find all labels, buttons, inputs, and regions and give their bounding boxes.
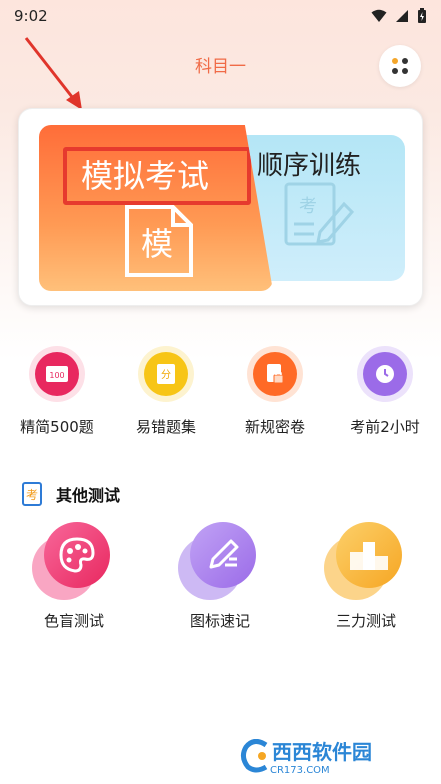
- three-abilities-test-button[interactable]: 三力测试: [306, 520, 426, 631]
- quick-item-new-rules[interactable]: 新规密卷: [220, 350, 330, 437]
- section-icon-char: 考: [26, 488, 38, 502]
- clock-icon: [363, 352, 407, 396]
- palette-icon: [44, 522, 110, 588]
- watermark: 西西软件园 CR173.COM: [240, 736, 426, 776]
- quick-label: 新规密卷: [244, 418, 305, 436]
- wifi-icon: [371, 9, 387, 22]
- status-icons: [371, 8, 427, 24]
- score-icon: 分: [144, 352, 188, 396]
- other-tests-header: 考 其他测试: [22, 480, 120, 508]
- seq-doc-char: 考: [299, 196, 317, 217]
- sequential-training-label: 顺序训练: [257, 151, 362, 181]
- watermark-logo: [240, 739, 268, 773]
- status-bar: 9:02: [0, 0, 441, 32]
- watermark-url: CR173.COM: [270, 765, 330, 776]
- quick-icon-text-2: 分: [161, 369, 171, 381]
- dots-grid-icon: [392, 58, 408, 74]
- book-icon: 100: [35, 352, 79, 396]
- test-label: 色盲测试: [43, 612, 104, 630]
- test-label: 三力测试: [335, 612, 396, 630]
- mock-doc-char: 模: [141, 225, 173, 263]
- page-title: 科目一: [195, 57, 246, 77]
- mock-exam-label: 模拟考试: [81, 157, 210, 195]
- exam-badge-icon: 考: [22, 482, 42, 506]
- watermark-brand: 西西软件园: [272, 740, 372, 764]
- quick-item-two-hours[interactable]: 考前2小时: [330, 350, 440, 437]
- quick-label: 精简500题: [20, 418, 94, 436]
- pencil-icon: [190, 522, 256, 588]
- quick-icon-text-1: 100: [49, 371, 64, 380]
- quick-item-streamlined-500[interactable]: 100 精简500题: [2, 350, 112, 437]
- signal-icon: [396, 10, 408, 22]
- status-time: 9:02: [14, 7, 48, 25]
- exam-mode-card: 顺序训练 模拟考试 模: [18, 108, 423, 306]
- battery-icon: [418, 8, 426, 23]
- mock-exam-button[interactable]: 模拟考试 模: [39, 125, 273, 291]
- test-label: 图标速记: [189, 612, 250, 630]
- quick-features: 100 精简500题 分 易错题集 新规密卷 考前2小时: [0, 350, 441, 450]
- quick-label: 易错题集: [135, 418, 196, 436]
- quick-label: 考前2小时: [350, 418, 420, 436]
- section-title: 其他测试: [56, 486, 121, 505]
- podium-icon: [336, 522, 402, 588]
- menu-button[interactable]: [379, 45, 421, 87]
- quick-item-error-prone[interactable]: 分 易错题集: [111, 350, 221, 437]
- document-icon: 模: [125, 205, 193, 277]
- color-blind-test-button[interactable]: 色盲测试: [14, 520, 134, 631]
- icon-memory-button[interactable]: 图标速记: [160, 520, 280, 631]
- lock-doc-icon: [253, 352, 297, 396]
- edit-document-icon: 考: [284, 182, 355, 246]
